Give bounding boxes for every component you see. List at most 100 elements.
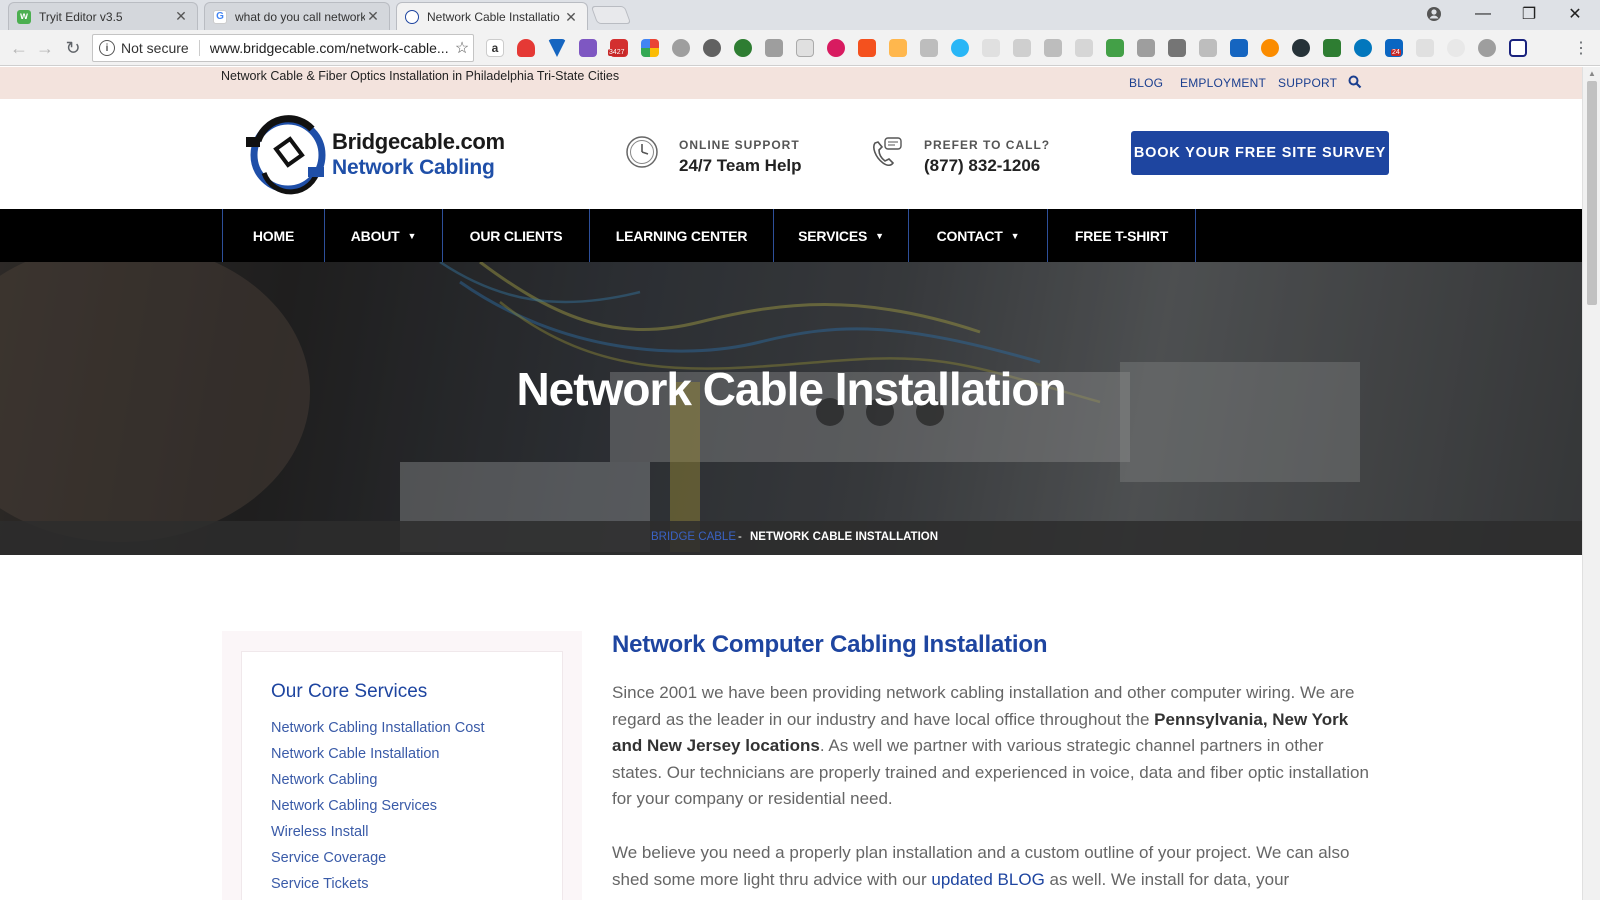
swirl-extension-icon[interactable] [1354,39,1372,57]
google-extension-icon[interactable] [641,39,659,57]
info-icon[interactable]: i [99,40,115,56]
sidebar-link-service-tickets[interactable]: Service Tickets [271,876,369,892]
bw-extension-icon[interactable] [1323,39,1341,57]
nav-item-services[interactable]: SERVICES ▼ [773,209,908,262]
scrollbar-thumb[interactable] [1587,81,1597,305]
search-icon[interactable] [1348,75,1362,89]
n-extension-icon[interactable] [1509,39,1527,57]
browser-toolbar: ← → ↻ i Not secure www.bridgecable.com/n… [0,30,1600,66]
close-window-icon[interactable]: ✕ [1552,0,1598,28]
nav-item-free-t-shirt[interactable]: FREE T-SHIRT [1047,209,1195,262]
close-tab-icon[interactable]: ✕ [365,8,381,25]
sidebar-link-cabling-services[interactable]: Network Cabling Services [271,798,437,814]
chevron-down-icon: ▼ [875,230,884,241]
gray-extension-icon[interactable] [1416,39,1434,57]
book-extension-icon[interactable] [1075,39,1093,57]
sidebar-link-wireless-install[interactable]: Wireless Install [271,824,369,840]
nav-item-contact[interactable]: CONTACT ▼ [908,209,1047,262]
sidebar-link-cable-installation[interactable]: Network Cable Installation [271,746,439,762]
ruler-extension-icon[interactable] [889,39,907,57]
forward-arrow-icon[interactable]: → [34,37,56,59]
phone-number[interactable]: (877) 832-1206 [924,156,1040,176]
logo-text-primary[interactable]: Bridgecable.com [332,129,505,155]
browser-tab-google[interactable]: G what do you call network ✕ [204,2,390,30]
web-page: Network Cable & Fiber Optics Installatio… [0,67,1582,900]
mail-extension-icon[interactable]: 3427 [608,39,628,57]
eyedropper-extension-icon[interactable] [579,39,597,57]
tag-extension-icon[interactable] [1137,39,1155,57]
linkedin-extension-icon[interactable]: 24 [1385,39,1403,57]
new-tab-button[interactable] [590,6,632,24]
nav-label: CONTACT [936,227,1003,244]
window-extension-icon[interactable] [796,39,814,57]
nav-label: LEARNING CENTER [615,227,748,244]
minimize-window-icon[interactable]: — [1460,0,1506,28]
top-link-employment[interactable]: EMPLOYMENT [1180,76,1266,90]
close-tab-icon[interactable]: ✕ [563,9,579,26]
vimeo-extension-icon[interactable] [548,39,566,57]
browser-tabstrip: w Tryit Editor v3.5 ✕ G what do you call… [0,0,1600,31]
search-extension-icon[interactable] [951,39,969,57]
close-tab-icon[interactable]: ✕ [173,8,189,25]
bridgecable-logo-icon[interactable] [244,111,328,197]
gear-extension-icon[interactable] [703,39,721,57]
c-extension-icon[interactable] [1044,39,1062,57]
content-heading: Network Computer Cabling Installation [612,631,1048,658]
grammarly-extension-icon[interactable] [734,39,752,57]
e-extension-icon[interactable] [1292,39,1310,57]
page-title: Network Cable Installation [516,363,1066,415]
browser-tab-bridgecable[interactable]: Network Cable Installatio ✕ [396,2,588,31]
updated-blog-link[interactable]: updated BLOG [931,870,1044,889]
top-link-support[interactable]: SUPPORT [1278,76,1337,90]
book-site-survey-button[interactable]: BOOK YOUR FREE SITE SURVEY [1131,131,1389,175]
tab-title: what do you call network [235,9,365,24]
sidebar-link-cabling-cost[interactable]: Network Cabling Installation Cost [271,720,485,736]
nav-item-our-clients[interactable]: OUR CLIENTS [442,209,589,262]
sidebar-title: Our Core Services [271,681,428,702]
broadcast-extension-icon[interactable] [672,39,690,57]
scroll-up-arrow-icon[interactable]: ▲ [1587,69,1597,78]
bookmark-star-icon[interactable]: ☆ [451,38,473,58]
nav-label: FREE T-SHIRT [1074,227,1169,244]
flower-extension-icon[interactable] [1447,39,1465,57]
magnet-extension-icon[interactable] [517,39,535,57]
s-extension-icon[interactable] [1168,39,1186,57]
nav-item-learning-center[interactable]: LEARNING CENTER [589,209,773,262]
breadcrumb-home-link[interactable]: BRIDGE CABLE [651,531,736,543]
hero-banner: Network Cable Installation BRIDGE CABLE … [0,262,1582,555]
plus-extension-icon[interactable] [858,39,876,57]
nav-item-about[interactable]: ABOUT ▼ [324,209,442,262]
page-scrollbar[interactable]: ▲ [1582,67,1600,900]
nav-label: ABOUT [350,227,400,244]
restore-window-icon[interactable]: ❐ [1506,0,1552,28]
profile-icon[interactable] [1411,0,1457,28]
paragraph-text: as well. We install for data, your [1044,869,1290,889]
pinterest-extension-icon[interactable] [827,39,845,57]
back-arrow-icon[interactable]: ← [8,37,30,59]
url-text[interactable]: www.bridgecable.com/network-cable... [210,40,451,56]
sidebar-link-network-cabling[interactable]: Network Cabling [271,772,377,788]
reload-icon[interactable]: ↻ [62,37,84,59]
nav-item-home[interactable]: HOME [222,209,324,262]
puzzle-extension-icon[interactable] [765,39,783,57]
sidebar-link-service-coverage[interactable]: Service Coverage [271,850,386,866]
chart-extension-icon[interactable] [1106,39,1124,57]
call-label: PREFER TO CALL? [924,138,1051,152]
browser-tab-tryit[interactable]: w Tryit Editor v3.5 ✕ [8,2,198,30]
bookmark-extension-icon[interactable] [1230,39,1248,57]
top-link-blog[interactable]: BLOG [1129,76,1163,90]
logo-text-secondary[interactable]: Network Cabling [332,156,495,180]
mail-badge: 3427 [608,49,626,56]
amazon-extension-icon[interactable]: a [486,39,504,57]
tools-extension-icon[interactable] [1013,39,1031,57]
address-bar[interactable]: i Not secure www.bridgecable.com/network… [92,34,474,62]
browser-menu-icon[interactable]: ⋮ [1570,37,1592,59]
grid-extension-icon[interactable] [920,39,938,57]
power-extension-icon[interactable] [1478,39,1496,57]
nav-divider [1195,209,1196,262]
orange-extension-icon[interactable] [1261,39,1279,57]
page-extension-icon[interactable] [982,39,1000,57]
shield-extension-icon[interactable] [1199,39,1217,57]
tab-title: Tryit Editor v3.5 [39,9,123,24]
bridgecable-favicon-icon [405,10,419,24]
